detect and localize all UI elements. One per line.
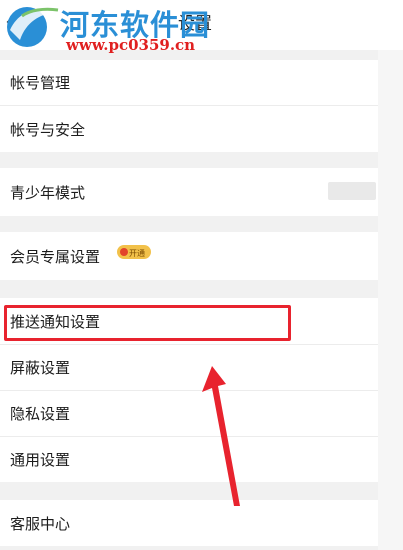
watermark-url: www.pc0359.cn <box>66 36 196 54</box>
settings-item-label: 通用设置 <box>10 451 71 469</box>
background-strip <box>378 50 403 550</box>
settings-item-account-management[interactable]: 帐号管理 <box>0 60 378 105</box>
settings-item-label: 会员专属设置 <box>10 247 101 266</box>
watermark-logo-icon <box>7 7 59 47</box>
settings-item-label: 帐号管理 <box>10 74 71 92</box>
settings-item-vip[interactable]: 会员专属设置 开通 <box>0 232 378 280</box>
toggle-placeholder <box>328 182 376 200</box>
settings-item-label: 青少年模式 <box>10 183 86 202</box>
settings-item-customer-service[interactable]: 客服中心 <box>0 500 378 546</box>
settings-item-label: 屏蔽设置 <box>10 359 71 377</box>
settings-item-label: 隐私设置 <box>10 405 71 423</box>
settings-item-general[interactable]: 通用设置 <box>0 437 378 482</box>
highlight-box <box>4 305 291 341</box>
svg-text:开通: 开通 <box>129 248 145 258</box>
settings-item-privacy[interactable]: 隐私设置 <box>0 391 378 436</box>
settings-item-account-security[interactable]: 帐号与安全 <box>0 106 378 152</box>
settings-item-label: 客服中心 <box>10 514 71 533</box>
settings-item-youth-mode[interactable]: 青少年模式 <box>0 168 378 216</box>
settings-item-label: 帐号与安全 <box>10 120 86 139</box>
vip-badge-icon: 开通 <box>117 245 151 259</box>
red-arrow-icon <box>202 366 240 506</box>
settings-item-blocking[interactable]: 屏蔽设置 <box>0 345 378 390</box>
